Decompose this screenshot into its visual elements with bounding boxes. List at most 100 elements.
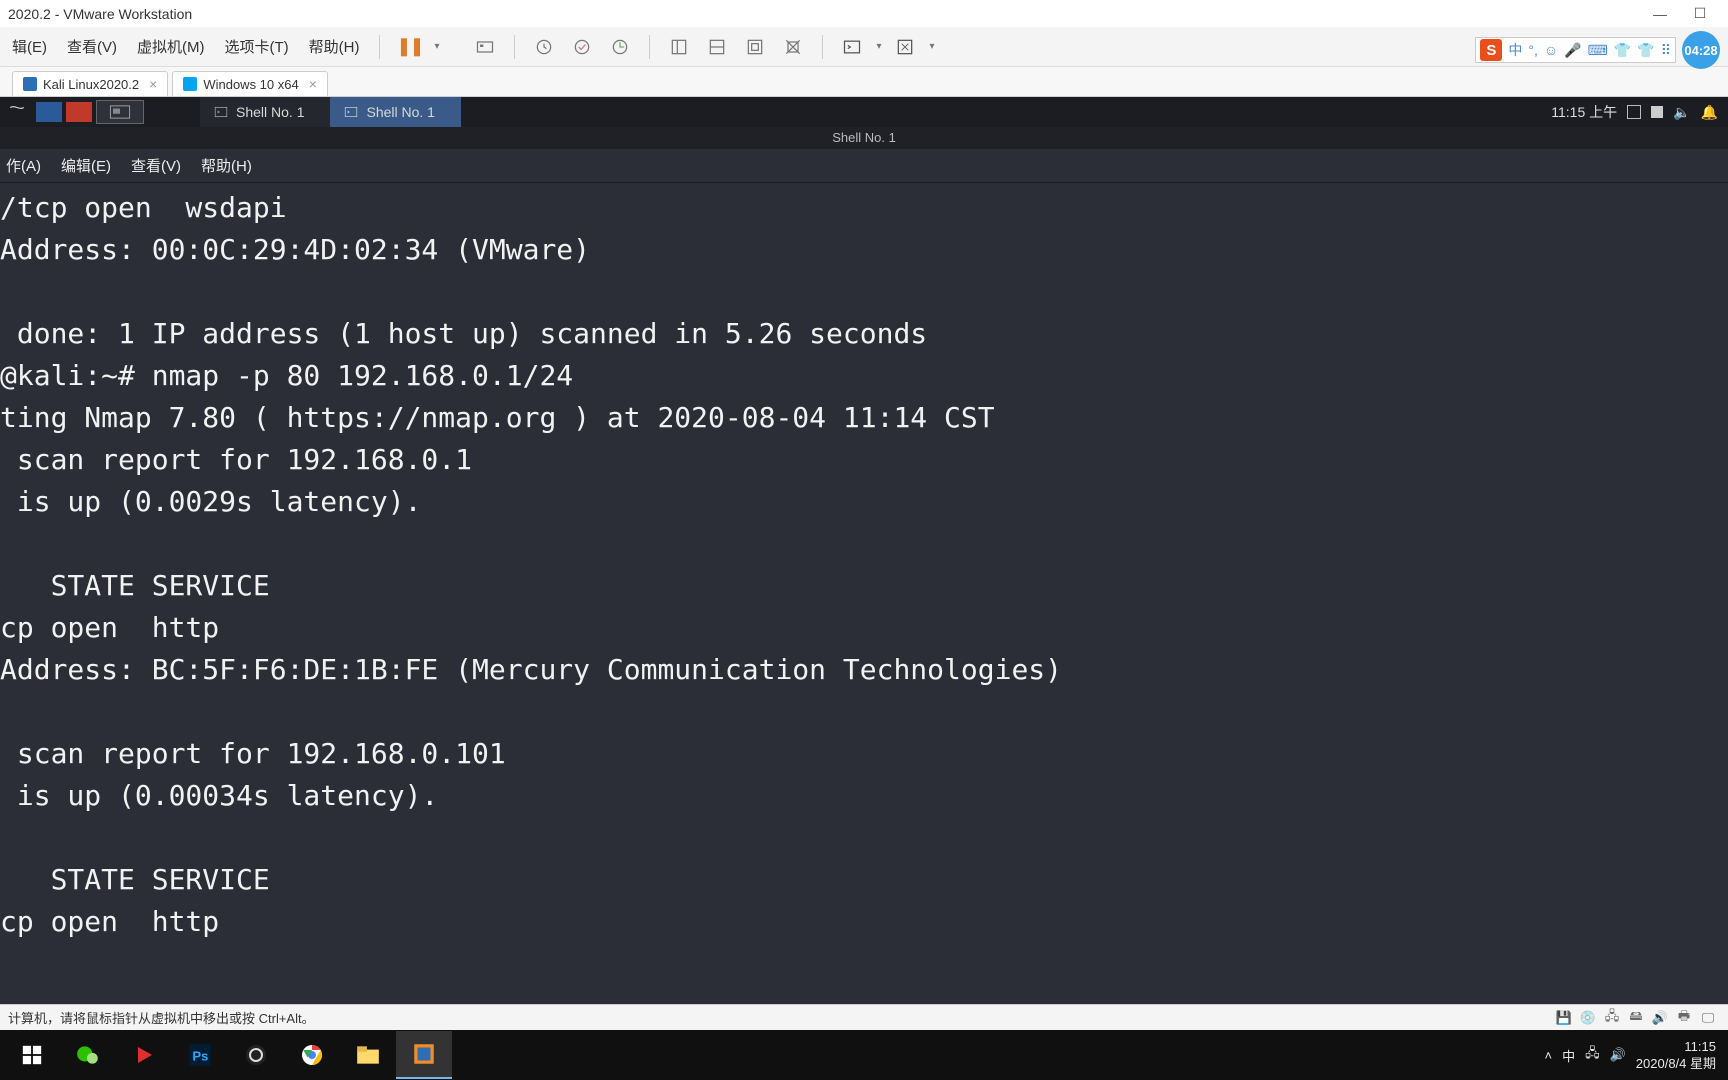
stretch-dropdown-icon[interactable]: ▾ xyxy=(930,41,935,52)
xfce-top-panel: Shell No. 1 Shell No. 1 11:15 上午 🔈 🔔 xyxy=(0,97,1728,127)
taskbar-label: Shell No. 1 xyxy=(236,104,304,120)
terminal-icon xyxy=(214,105,228,119)
taskbar-explorer-icon[interactable] xyxy=(340,1031,396,1079)
tray-clock[interactable]: 11:15 2020/8/4 星期 xyxy=(1636,1038,1716,1072)
term-menu-actions[interactable]: 作(A) xyxy=(6,155,41,176)
menu-edit[interactable]: 辑(E) xyxy=(6,32,53,61)
vmware-titlebar: 2020.2 - VMware Workstation — ☐ xyxy=(0,0,1728,27)
device-printer-icon[interactable]: 🖶 xyxy=(1674,1010,1694,1026)
window-title: 2020.2 - VMware Workstation xyxy=(8,6,192,22)
menu-tabs[interactable]: 选项卡(T) xyxy=(219,32,295,61)
ime-lang[interactable]: 中 xyxy=(1508,40,1522,60)
terminal-menubar: 作(A) 编辑(E) 查看(V) 帮助(H) xyxy=(0,149,1728,183)
menu-view[interactable]: 查看(V) xyxy=(61,32,123,61)
ime-overlay: S 中 °, ☺ 🎤 ⌨ 👕 👕 ⠿ 04:28 xyxy=(1475,31,1720,69)
term-menu-view[interactable]: 查看(V) xyxy=(131,155,181,176)
term-menu-edit[interactable]: 编辑(E) xyxy=(61,155,111,176)
menu-help[interactable]: 帮助(H) xyxy=(303,32,366,61)
device-usb-icon[interactable]: 🖴 xyxy=(1626,1010,1646,1026)
term-line: STATE SERVICE xyxy=(0,863,270,896)
tray-chevron-icon[interactable]: ˄ xyxy=(1544,1048,1552,1063)
taskbar-chrome-icon[interactable] xyxy=(284,1031,340,1079)
guest-screen[interactable]: Shell No. 1 Shell No. 1 11:15 上午 🔈 🔔 She… xyxy=(0,97,1728,1004)
ime-toolbar[interactable]: S 中 °, ☺ 🎤 ⌨ 👕 👕 ⠿ xyxy=(1475,37,1676,63)
term-line: scan report for 192.168.0.1 xyxy=(0,443,472,476)
ime-punct[interactable]: °, xyxy=(1528,42,1538,58)
vmware-statusbar: 计算机，请将鼠标指针从虚拟机中移出或按 Ctrl+Alt。 💾 💿 🖧 🖴 🔊 … xyxy=(0,1004,1728,1030)
snapshot-take-icon[interactable] xyxy=(529,32,559,62)
taskbar-media-icon[interactable] xyxy=(116,1031,172,1079)
start-button[interactable] xyxy=(4,1031,60,1079)
terminal-titlebar[interactable]: Shell No. 1 xyxy=(0,127,1728,149)
ime-more-icon[interactable]: ⠿ xyxy=(1661,42,1671,59)
vm-icon xyxy=(183,77,197,91)
term-line: ting Nmap 7.80 ( https://nmap.org ) at 2… xyxy=(0,401,995,434)
stretch-icon[interactable] xyxy=(890,32,920,62)
volume-icon[interactable]: 🔈 xyxy=(1673,104,1690,121)
ime-logo-icon: S xyxy=(1480,39,1502,61)
snapshot-manager-icon[interactable] xyxy=(605,32,635,62)
close-icon[interactable]: × xyxy=(149,76,157,92)
ime-voice-icon[interactable]: 🎤 xyxy=(1564,42,1581,59)
workspace-1-icon[interactable] xyxy=(36,102,62,122)
vm-tab-kali[interactable]: Kali Linux2020.2 × xyxy=(12,71,168,96)
display-icon[interactable] xyxy=(1627,105,1641,119)
tray-app-icon[interactable] xyxy=(1651,106,1663,118)
taskbar-shell-1[interactable]: Shell No. 1 xyxy=(200,97,330,127)
ime-keyboard-icon[interactable]: ⌨ xyxy=(1588,42,1608,59)
term-menu-help[interactable]: 帮助(H) xyxy=(201,155,252,176)
send-ctrlaltdel-icon[interactable] xyxy=(470,32,500,62)
vm-tab-label: Kali Linux2020.2 xyxy=(43,77,139,92)
vm-tab-label: Windows 10 x64 xyxy=(203,77,298,92)
vm-tabs-bar: Kali Linux2020.2 × Windows 10 x64 × xyxy=(0,67,1728,97)
tray-date: 2020/8/4 星期 xyxy=(1636,1055,1716,1072)
taskbar-photoshop-icon[interactable]: Ps xyxy=(172,1031,228,1079)
tray-network-icon[interactable]: 🖧 xyxy=(1585,1044,1600,1066)
device-cd-icon[interactable]: 💿 xyxy=(1578,1010,1598,1026)
ime-person-icon[interactable]: 👕 xyxy=(1637,42,1654,59)
pause-button[interactable]: ❚❚ xyxy=(394,32,424,62)
term-line: Address: 00:0C:29:4D:02:34 (VMware) xyxy=(0,233,590,266)
console-icon[interactable] xyxy=(837,32,867,62)
notification-icon[interactable]: 🔔 xyxy=(1701,104,1718,121)
tray-ime-lang[interactable]: 中 xyxy=(1562,1046,1575,1065)
taskbar-obs-icon[interactable] xyxy=(228,1031,284,1079)
workspace-2-icon[interactable] xyxy=(66,102,92,122)
device-hdd-icon[interactable]: 💾 xyxy=(1554,1010,1574,1026)
pause-dropdown-icon[interactable]: ▾ xyxy=(434,41,439,52)
menu-vm[interactable]: 虚拟机(M) xyxy=(131,32,211,61)
console-dropdown-icon[interactable]: ▾ xyxy=(877,41,882,52)
tray-time: 11:15 xyxy=(1636,1038,1716,1055)
snapshot-revert-icon[interactable] xyxy=(567,32,597,62)
status-text: 计算机，请将鼠标指针从虚拟机中移出或按 Ctrl+Alt。 xyxy=(8,1008,315,1027)
device-net-icon[interactable]: 🖧 xyxy=(1602,1010,1622,1026)
taskbar-shell-2[interactable]: Shell No. 1 xyxy=(330,97,460,127)
view-unity-icon[interactable] xyxy=(740,32,770,62)
terminal-output[interactable]: /tcp open wsdapi Address: 00:0C:29:4D:02… xyxy=(0,183,1728,1004)
taskbar-wechat-icon[interactable] xyxy=(60,1031,116,1079)
vmware-menubar: 辑(E) 查看(V) 虚拟机(M) 选项卡(T) 帮助(H) ❚❚ ▾ ▾ ▾ … xyxy=(0,27,1728,67)
view-split-icon[interactable] xyxy=(702,32,732,62)
panel-clock[interactable]: 11:15 上午 xyxy=(1551,102,1617,122)
term-line: is up (0.0029s latency). xyxy=(0,485,421,518)
kali-menu-icon[interactable] xyxy=(2,100,32,124)
term-line: STATE SERVICE xyxy=(0,569,270,602)
close-icon[interactable]: × xyxy=(309,76,317,92)
timer-badge: 04:28 xyxy=(1682,31,1720,69)
tray-volume-icon[interactable]: 🔊 xyxy=(1610,1047,1626,1063)
taskbar-vmware-icon[interactable] xyxy=(396,1031,452,1079)
maximize-button[interactable]: ☐ xyxy=(1680,5,1720,22)
taskbar-label: Shell No. 1 xyxy=(366,104,434,120)
terminal-icon xyxy=(344,105,358,119)
show-desktop-icon[interactable] xyxy=(96,100,144,124)
terminal-title: Shell No. 1 xyxy=(832,130,896,145)
view-fullscreen-exit-icon[interactable] xyxy=(778,32,808,62)
minimize-button[interactable]: — xyxy=(1640,6,1680,22)
term-line: is up (0.00034s latency). xyxy=(0,779,438,812)
vm-tab-windows[interactable]: Windows 10 x64 × xyxy=(172,71,328,96)
ime-emoji-icon[interactable]: ☺ xyxy=(1544,42,1558,58)
view-single-icon[interactable] xyxy=(664,32,694,62)
device-sound-icon[interactable]: 🔊 xyxy=(1650,1010,1670,1026)
device-display-icon[interactable]: 🖵 xyxy=(1698,1010,1718,1026)
ime-skin-icon[interactable]: 👕 xyxy=(1614,42,1631,59)
